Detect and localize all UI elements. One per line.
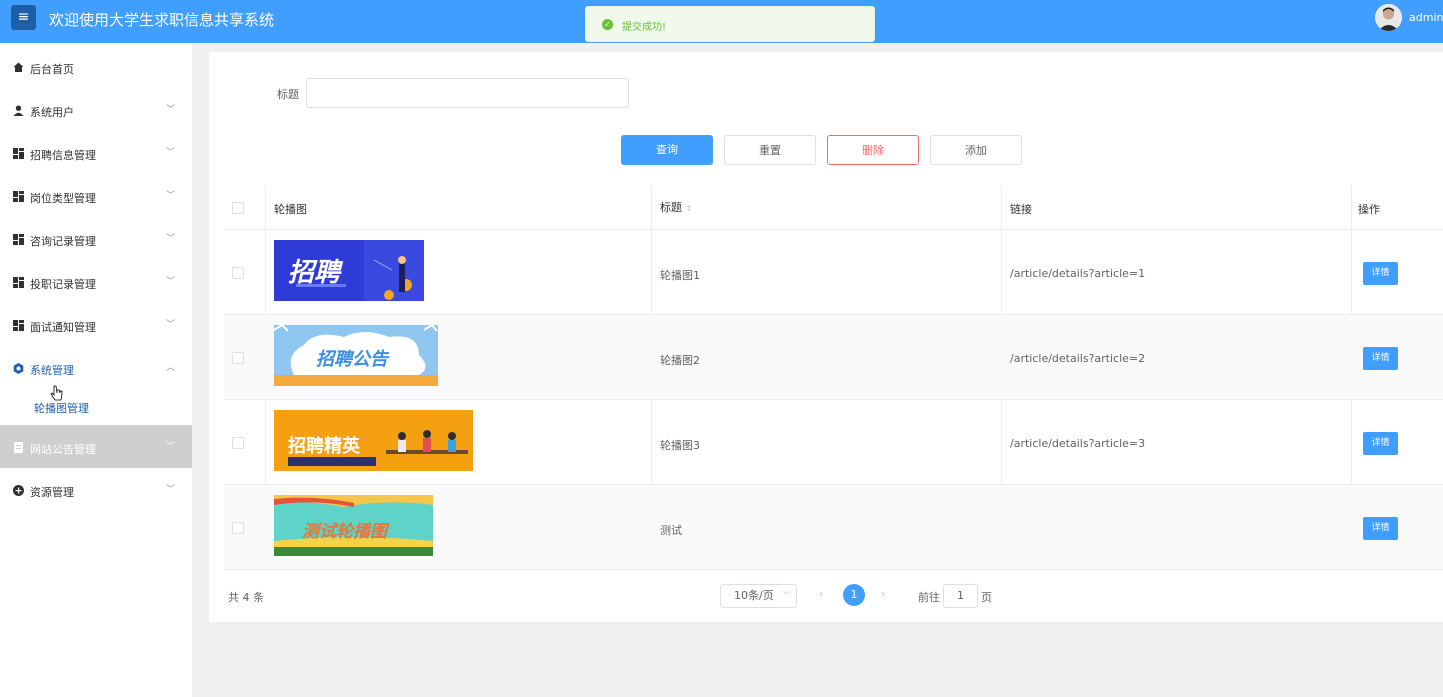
avatar[interactable] (1375, 4, 1402, 31)
goto-label: 前往 (918, 591, 940, 604)
grid-icon (13, 277, 24, 288)
sidebar-item-label: 资源管理 (30, 486, 74, 499)
sidebar-item-label: 投职记录管理 (30, 278, 96, 291)
column-header-title[interactable]: 标题 ⇕ (660, 199, 692, 215)
table-row: 招聘 轮播图1 /article/details?article=1 详情 (224, 230, 1443, 315)
table-row: 招聘公告 轮播图2 /article/details?article=2 详情 (224, 315, 1443, 400)
table-row: 测试轮播图 测试 详情 (224, 485, 1443, 570)
column-header-title-label: 标题 (660, 201, 682, 214)
sidebar-item-announcements[interactable]: 网站公告管理 ﹀ (0, 425, 192, 468)
user-icon (13, 105, 24, 116)
page-number-current[interactable]: 1 (843, 584, 865, 606)
mouse-cursor-icon (50, 385, 64, 407)
chevron-down-icon: ﹀ (166, 105, 176, 115)
sidebar-item-label: 网站公告管理 (30, 443, 96, 456)
sidebar-item-label: 后台首页 (30, 63, 74, 76)
row-link: /article/details?article=1 (1010, 267, 1146, 280)
menu-icon[interactable]: ≡ (11, 5, 36, 30)
title-search-input[interactable] (306, 78, 629, 108)
sidebar-item-label: 系统管理 (30, 364, 74, 377)
goto-suffix: 页 (981, 591, 992, 604)
home-icon (13, 62, 24, 73)
sidebar-item-label: 面试通知管理 (30, 321, 96, 334)
chevron-down-icon: ﹀ (166, 191, 176, 201)
delete-button[interactable]: 删除 (827, 135, 919, 165)
sidebar-item-label: 招聘信息管理 (30, 149, 96, 162)
sidebar-item-label: 咨询记录管理 (30, 235, 96, 248)
table-header: 轮播图 标题 ⇕ 链接 操作 (224, 185, 1443, 230)
banner-text: 测试轮播图 (302, 522, 387, 542)
check-circle-icon: ✓ (602, 19, 613, 30)
reset-button[interactable]: 重置 (724, 135, 816, 165)
total-count: 共 4 条 (228, 591, 264, 604)
sidebar-item-consult[interactable]: 咨询记录管理 ﹀ (0, 217, 192, 260)
detail-button[interactable]: 详情 (1363, 347, 1398, 370)
column-header-image: 轮播图 (274, 203, 307, 216)
document-icon (13, 442, 24, 453)
toast-message: 提交成功! (622, 22, 667, 33)
banner-text: 招聘公告 (316, 349, 388, 370)
sidebar: 后台首页 系统用户 ﹀ 招聘信息管理 ﹀ 岗位类型管理 ﹀ 咨询记录管理 ﹀ 投… (0, 43, 192, 697)
column-header-actions: 操作 (1358, 203, 1380, 216)
sidebar-item-label: 系统用户 (30, 106, 74, 119)
sidebar-item-applications[interactable]: 投职记录管理 ﹀ (0, 260, 192, 303)
sidebar-item-system[interactable]: 系统管理 ︿ (0, 346, 192, 389)
chevron-down-icon: ﹀ (166, 277, 176, 287)
chevron-down-icon: ﹀ (782, 591, 790, 600)
sidebar-item-label: 岗位类型管理 (30, 192, 96, 205)
grid-icon (13, 148, 24, 159)
sidebar-item-recruitment[interactable]: 招聘信息管理 ﹀ (0, 131, 192, 174)
page-size-value: 10条/页 (734, 589, 774, 602)
gear-icon (13, 363, 24, 374)
detail-button[interactable]: 详情 (1363, 432, 1398, 455)
page-size-select[interactable]: 10条/页 ﹀ (720, 584, 797, 608)
next-page-icon[interactable]: › (881, 587, 885, 600)
column-header-link: 链接 (1010, 203, 1032, 216)
row-title: 轮播图1 (660, 269, 700, 282)
sidebar-item-job-types[interactable]: 岗位类型管理 ﹀ (0, 174, 192, 217)
row-checkbox[interactable] (232, 522, 244, 534)
prev-page-icon[interactable]: ‹ (819, 587, 823, 600)
chevron-down-icon: ﹀ (166, 234, 176, 244)
row-checkbox[interactable] (232, 267, 244, 279)
row-title: 测试 (660, 524, 682, 537)
sidebar-item-interviews[interactable]: 面试通知管理 ﹀ (0, 303, 192, 346)
row-link: /article/details?article=3 (1010, 437, 1146, 450)
detail-button[interactable]: 详情 (1363, 262, 1398, 285)
chevron-down-icon: ﹀ (166, 442, 176, 452)
username[interactable]: admin (1409, 11, 1443, 24)
add-button[interactable]: 添加 (930, 135, 1022, 165)
chevron-down-icon: ﹀ (166, 148, 176, 158)
query-button[interactable]: 查询 (621, 135, 713, 165)
carousel-thumbnail: 测试轮播图 (274, 495, 433, 556)
goto-page-input[interactable]: 1 (943, 584, 978, 608)
row-checkbox[interactable] (232, 352, 244, 364)
plus-circle-icon (13, 485, 24, 496)
table-row: 招聘精英 轮播图3 /article/details?article=3 详情 (224, 400, 1443, 485)
success-toast: ✓ 提交成功! (585, 6, 875, 42)
grid-icon (13, 234, 24, 245)
row-title: 轮播图2 (660, 354, 700, 367)
chevron-down-icon: ﹀ (166, 485, 176, 495)
sidebar-item-resources[interactable]: 资源管理 ﹀ (0, 468, 192, 511)
banner-text: 招聘 (288, 258, 341, 288)
grid-icon (13, 191, 24, 202)
app-title: 欢迎使用大学生求职信息共享系统 (49, 11, 275, 29)
carousel-thumbnail: 招聘 (274, 240, 424, 301)
banner-text: 招聘精英 (288, 436, 360, 457)
row-link: /article/details?article=2 (1010, 352, 1146, 365)
grid-icon (13, 320, 24, 331)
sidebar-item-home[interactable]: 后台首页 (0, 45, 192, 88)
select-all-checkbox[interactable] (232, 202, 244, 214)
row-title: 轮播图3 (660, 439, 700, 452)
sort-caret-icon[interactable]: ⇕ (686, 204, 693, 213)
chevron-down-icon: ﹀ (166, 320, 176, 330)
row-checkbox[interactable] (232, 437, 244, 449)
sidebar-item-users[interactable]: 系统用户 ﹀ (0, 88, 192, 131)
search-label: 标题 (277, 88, 299, 101)
chevron-up-icon: ︿ (166, 363, 176, 373)
detail-button[interactable]: 详情 (1363, 517, 1398, 540)
carousel-thumbnail: 招聘公告 (274, 325, 438, 386)
carousel-thumbnail: 招聘精英 (274, 410, 473, 471)
